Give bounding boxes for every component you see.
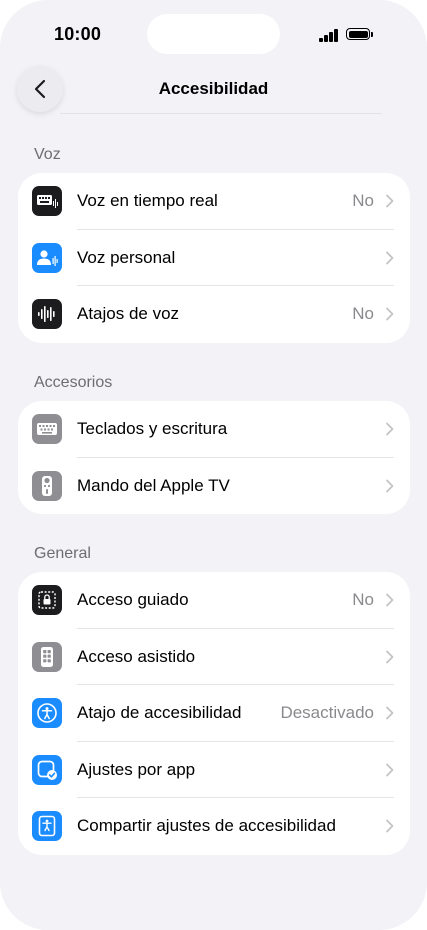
group-general: Acceso guiado No Acceso asistido Atajo d… <box>18 572 410 855</box>
section-header-accesorios: Accesorios <box>34 374 113 391</box>
app-check-icon <box>32 754 62 785</box>
row-value: Desactivado <box>280 703 374 723</box>
chevron-right-icon <box>386 650 394 664</box>
row-label: Acceso guiado <box>77 590 189 610</box>
person-waveform-icon <box>32 242 62 273</box>
row-atajo-de-accesibilidad[interactable]: Atajo de accesibilidad Desactivado <box>18 685 410 742</box>
lock-frame-icon <box>32 585 62 616</box>
chevron-right-icon <box>386 479 394 493</box>
row-value: No <box>352 590 374 610</box>
tv-remote-icon <box>32 470 62 501</box>
chevron-right-icon <box>386 422 394 436</box>
row-label: Teclados y escritura <box>77 419 228 439</box>
keyboard-waveform-icon <box>32 186 62 217</box>
row-value: No <box>352 191 374 211</box>
row-label: Voz en tiempo real <box>77 191 218 211</box>
row-label: Ajustes por app <box>77 759 196 779</box>
dynamic-island <box>147 14 280 54</box>
row-value: No <box>352 304 374 324</box>
battery-icon <box>346 28 374 42</box>
phone-grid-icon <box>32 641 62 672</box>
chevron-right-icon <box>386 307 394 321</box>
phone-screen: 10:00 Accesibilidad Voz Voz en tiempo re… <box>0 0 427 930</box>
row-atajos-de-voz[interactable]: Atajos de voz No <box>18 286 410 343</box>
chevron-right-icon <box>386 593 394 607</box>
waveform-icon <box>32 299 62 330</box>
section-header-general: General <box>34 545 91 562</box>
row-label: Voz personal <box>77 247 176 267</box>
chevron-right-icon <box>386 194 394 208</box>
group-accesorios: Teclados y escritura Mando del Apple TV <box>18 401 410 514</box>
cellular-signal-icon <box>319 29 341 42</box>
row-voz-en-tiempo-real[interactable]: Voz en tiempo real No <box>18 173 410 230</box>
row-label: Atajos de voz <box>77 304 180 324</box>
nav-divider <box>60 113 382 114</box>
status-time: 10:00 <box>54 24 102 44</box>
section-header-voz: Voz <box>34 146 61 163</box>
chevron-right-icon <box>386 819 394 833</box>
row-voz-personal[interactable]: Voz personal <box>18 230 410 286</box>
row-label: Atajo de accesibilidad <box>77 703 242 723</box>
row-label: Acceso asistido <box>77 646 196 666</box>
accessibility-icon <box>32 698 62 729</box>
chevron-right-icon <box>386 763 394 777</box>
chevron-right-icon <box>386 706 394 720</box>
share-accessibility-icon <box>32 811 62 842</box>
row-ajustes-por-app[interactable]: Ajustes por app <box>18 742 410 798</box>
chevron-right-icon <box>386 251 394 265</box>
row-mando-apple-tv[interactable]: Mando del Apple TV <box>18 458 410 515</box>
row-label: Mando del Apple TV <box>77 475 230 495</box>
row-compartir-ajustes[interactable]: Compartir ajustes de accesibilidad <box>18 798 410 855</box>
row-acceso-asistido[interactable]: Acceso asistido <box>18 629 410 685</box>
row-teclados-y-escritura[interactable]: Teclados y escritura <box>18 401 410 458</box>
page-title: Accesibilidad <box>158 79 269 98</box>
row-label: Compartir ajustes de accesibilidad <box>77 816 336 836</box>
row-acceso-guiado[interactable]: Acceso guiado No <box>18 572 410 629</box>
group-voz: Voz en tiempo real No Voz personal Atajo… <box>18 173 410 343</box>
keyboard-icon <box>32 414 62 445</box>
